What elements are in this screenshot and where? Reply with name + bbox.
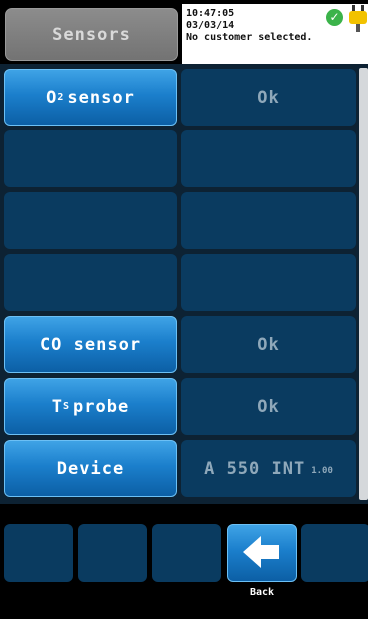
check-icon: ✓	[326, 9, 343, 26]
scrollbar[interactable]	[359, 68, 368, 500]
device-button[interactable]: Device	[4, 440, 177, 497]
ts-probe-label-rest: probe	[73, 396, 130, 417]
o2-sensor-label-rest: sensor	[67, 87, 135, 108]
co-sensor-status: Ok	[257, 334, 280, 355]
o2-sensor-status: Ok	[257, 87, 280, 108]
page-title-tab: Sensors	[5, 8, 178, 61]
function-key-3[interactable]	[152, 524, 221, 582]
empty-row-value	[181, 130, 356, 187]
back-label: Back	[249, 587, 275, 598]
empty-row-button	[4, 254, 177, 311]
empty-row-button	[4, 192, 177, 249]
device-value: A 550 INT 1.00	[181, 440, 356, 497]
o2-sensor-value: Ok	[181, 69, 356, 126]
arrow-left-icon	[243, 536, 279, 568]
o2-sensor-label-sub: 2	[57, 92, 65, 103]
ts-probe-status: Ok	[257, 396, 280, 417]
o2-sensor-button[interactable]: O2 sensor	[4, 69, 177, 126]
ts-probe-button[interactable]: T Sprobe	[4, 378, 177, 435]
status-customer: No customer selected.	[186, 32, 313, 43]
empty-row-button	[4, 130, 177, 187]
function-key-1[interactable]	[4, 524, 73, 582]
o2-sensor-label-main: O	[46, 87, 58, 108]
empty-row-value	[181, 254, 356, 311]
empty-row-value	[181, 192, 356, 249]
page-title: Sensors	[52, 24, 131, 45]
ts-probe-label-sub: S	[63, 401, 71, 412]
co-sensor-label: CO sensor	[39, 334, 142, 355]
plug-icon	[349, 5, 367, 32]
device-model: A 550 INT	[204, 458, 306, 479]
function-key-2[interactable]	[78, 524, 147, 582]
co-sensor-button[interactable]: CO sensor	[4, 316, 177, 373]
device-version: 1.00	[311, 466, 333, 476]
screen: Sensors 10:47:05 03/03/14 No customer se…	[0, 0, 368, 619]
co-sensor-value: Ok	[181, 316, 356, 373]
ts-probe-value: Ok	[181, 378, 356, 435]
function-key-5[interactable]	[301, 524, 368, 582]
ts-probe-label-main: T	[51, 396, 64, 417]
device-label: Device	[56, 458, 125, 479]
